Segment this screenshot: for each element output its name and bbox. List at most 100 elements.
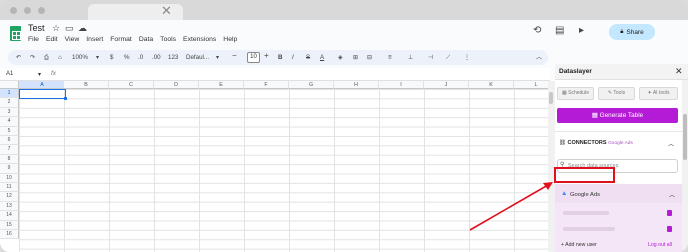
redo-icon[interactable]: ↷	[30, 53, 35, 62]
row-header[interactable]: 9	[0, 164, 19, 174]
share-button[interactable]: 🔒︎ Share	[609, 24, 655, 40]
text-color-button[interactable]: A	[320, 53, 324, 62]
sidebar-close-icon[interactable]: ✕	[675, 66, 683, 77]
font-chevron-icon[interactable]: ▾	[216, 53, 219, 62]
collapse-toolbar-icon[interactable]: ︿	[536, 53, 542, 62]
row-header[interactable]: 6	[0, 136, 19, 146]
document-title[interactable]: Test	[28, 23, 45, 33]
row-header[interactable]: 7	[0, 145, 19, 155]
row-header[interactable]: 12	[0, 192, 19, 202]
row-header[interactable]: 4	[0, 117, 19, 127]
column-header[interactable]: C	[109, 81, 154, 89]
maximize-window-dot[interactable]	[38, 7, 45, 14]
minimize-window-dot[interactable]	[24, 7, 31, 14]
connectors-collapse-icon[interactable]: ︿	[668, 139, 674, 148]
paint-format-icon[interactable]: ⌂	[58, 53, 62, 62]
grid-scrollbar-thumb[interactable]	[549, 92, 553, 104]
increase-decimal-button[interactable]: .00	[152, 53, 161, 62]
tab-close-icon[interactable]: ✕	[161, 4, 172, 18]
comments-icon[interactable]: ▤	[555, 26, 564, 36]
meet-icon[interactable]: ▸	[579, 26, 584, 36]
google-ads-collapse-icon[interactable]: ︿	[669, 190, 675, 199]
cloud-status-icon[interactable]: ☁	[78, 23, 87, 33]
row-header[interactable]: 14	[0, 211, 19, 221]
zoom-select[interactable]: 100%	[72, 53, 88, 62]
increase-font-size-icon[interactable]: +	[264, 51, 269, 60]
more-options-icon[interactable]: ⋮	[464, 53, 470, 62]
sidebar-scrollbar-thumb[interactable]	[683, 114, 687, 160]
column-header[interactable]: B	[64, 81, 109, 89]
schedule-button[interactable]: ▦ Schedule	[557, 87, 594, 100]
borders-icon[interactable]: ⊞	[353, 53, 358, 62]
menu-edit[interactable]: Edit	[46, 36, 58, 43]
bold-button[interactable]: B	[278, 53, 282, 62]
row-header[interactable]: 3	[0, 107, 19, 118]
log-out-all-link[interactable]: Log out all	[648, 242, 672, 248]
text-rotate-icon[interactable]: ⟋	[446, 53, 450, 62]
column-header[interactable]: K	[469, 81, 514, 89]
name-box[interactable]: A1	[6, 71, 13, 77]
row-header[interactable]: 10	[0, 173, 19, 183]
delete-account-icon[interactable]	[667, 210, 672, 216]
column-header[interactable]: D	[154, 81, 199, 89]
row-header[interactable]: 2	[0, 98, 19, 108]
decrease-font-size-icon[interactable]: −	[232, 51, 237, 60]
menu-extensions[interactable]: Extensions	[183, 36, 216, 43]
font-size-input[interactable]: 10	[247, 52, 260, 63]
menu-help[interactable]: Help	[223, 36, 237, 43]
cell-gridlines[interactable]	[19, 89, 548, 252]
column-header[interactable]: I	[379, 81, 424, 89]
sidebar-scrollbar[interactable]	[682, 80, 688, 252]
italic-button[interactable]: I	[292, 53, 294, 62]
menu-view[interactable]: View	[65, 36, 80, 43]
add-new-user-link[interactable]: + Add new user	[561, 242, 597, 248]
move-folder-icon[interactable]: ▭	[65, 23, 74, 33]
menu-file[interactable]: File	[28, 36, 39, 43]
delete-account-icon[interactable]	[667, 226, 672, 232]
number-format-button[interactable]: 123	[168, 53, 178, 62]
column-header[interactable]: H	[334, 81, 379, 89]
horizontal-align-icon[interactable]: ≡	[388, 53, 392, 62]
vertical-align-icon[interactable]: ⊥	[408, 53, 413, 62]
font-select[interactable]: Defaul...	[186, 53, 209, 62]
column-header[interactable]: A	[19, 81, 66, 89]
name-box-chevron-icon[interactable]: ▾	[38, 71, 41, 78]
column-header[interactable]: J	[424, 81, 469, 89]
fill-handle[interactable]	[64, 97, 67, 100]
history-icon[interactable]: ⟲	[533, 26, 541, 36]
menu-format[interactable]: Format	[110, 36, 132, 43]
percent-format-button[interactable]: %	[124, 53, 130, 62]
column-header[interactable]: E	[199, 81, 244, 89]
menu-data[interactable]: Data	[139, 36, 153, 43]
strikethrough-button[interactable]: S	[306, 53, 310, 62]
row-header[interactable]: 8	[0, 154, 19, 165]
decrease-decimal-button[interactable]: .0	[138, 53, 143, 62]
undo-icon[interactable]: ↶	[16, 53, 21, 62]
column-header[interactable]: L	[514, 81, 548, 89]
menu-insert[interactable]: Insert	[86, 36, 103, 43]
selected-cell-a1[interactable]	[19, 89, 66, 99]
print-icon[interactable]: ⎙	[44, 53, 49, 62]
menu-tools[interactable]: Tools	[160, 36, 176, 43]
spreadsheet-grid[interactable]: ABCDEFGHIJKL 1 2 3 4 5 6 7 8 9 10 11 12 13 14 15 16	[0, 81, 548, 252]
column-header[interactable]: G	[289, 81, 334, 89]
zoom-chevron-icon[interactable]: ▾	[96, 53, 99, 62]
merge-cells-icon[interactable]: ⊟	[367, 53, 372, 62]
column-header[interactable]: F	[244, 81, 289, 89]
row-header[interactable]: 13	[0, 201, 19, 212]
text-wrap-icon[interactable]: ⊣	[428, 53, 433, 62]
star-icon[interactable]: ☆	[52, 23, 60, 33]
currency-format-button[interactable]: $	[110, 53, 113, 62]
close-window-dot[interactable]	[10, 7, 17, 14]
row-header[interactable]: 5	[0, 126, 19, 136]
ai-tools-button[interactable]: ✦ AI tools	[639, 87, 678, 100]
row-header[interactable]: 16	[0, 230, 19, 240]
row-header[interactable]: 15	[0, 220, 19, 230]
generate-table-button[interactable]: ▦ Generate Table	[557, 108, 678, 123]
tools-button[interactable]: ✎ Tools	[598, 87, 635, 100]
select-all-corner[interactable]	[0, 81, 19, 89]
row-header[interactable]: 1	[0, 89, 19, 99]
connectors-header[interactable]: ⛓ CONNECTORS Google Ads	[559, 140, 633, 146]
row-header[interactable]: 11	[0, 183, 19, 193]
fill-color-icon[interactable]: ◈	[338, 53, 343, 62]
